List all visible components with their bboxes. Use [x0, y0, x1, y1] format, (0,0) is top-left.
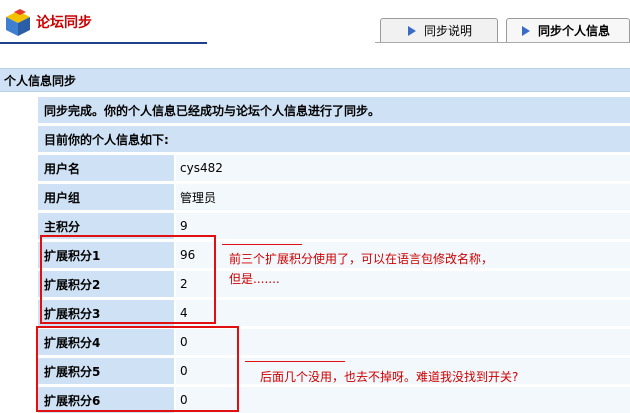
intro-message: 目前你的个人信息如下: — [38, 126, 630, 152]
arrow-right-icon — [522, 25, 530, 36]
annotation-note-unused: 后面几个没用，也去不掉呀。难道我没找到开关? — [260, 370, 519, 384]
field-value: 4 — [176, 300, 630, 326]
table-row: 用户名 cys482 — [38, 155, 630, 181]
section-title: 个人信息同步 — [4, 73, 77, 88]
section-header: 个人信息同步 — [0, 68, 630, 92]
tab-sync-personal-info[interactable]: 同步个人信息 — [506, 18, 630, 42]
annotation-box-unused-credits — [36, 326, 239, 412]
field-label: 用户名 — [38, 155, 174, 181]
cube-logo-icon — [6, 9, 30, 36]
tab-label: 同步说明 — [424, 24, 473, 38]
title-underline — [0, 42, 207, 44]
field-value: 管理员 — [176, 184, 630, 210]
annotation-box-used-credits — [40, 235, 216, 324]
field-value: 0 — [176, 387, 630, 413]
tab-sync-help[interactable]: 同步说明 — [380, 18, 498, 42]
header: 论坛同步 同步说明 同步个人信息 — [0, 0, 630, 46]
tab-label: 同步个人信息 — [538, 24, 611, 38]
arrow-right-icon — [408, 25, 416, 36]
tab-baseline — [375, 42, 630, 43]
app-title: 论坛同步 — [36, 15, 92, 31]
table-row: 用户组 管理员 — [38, 184, 630, 210]
annotation-note-used: 前三个扩展积分使用了，可以在语言包修改名称， 但是....... — [229, 252, 494, 286]
field-value: 0 — [176, 329, 630, 355]
page: 论坛同步 同步说明 同步个人信息 个人信息同步 同步完成。你的个人信息已经成功与… — [0, 0, 630, 413]
annotation-line — [222, 244, 302, 245]
field-value: cys482 — [176, 155, 630, 181]
success-message: 同步完成。你的个人信息已经成功与论坛个人信息进行了同步。 — [38, 97, 630, 123]
annotation-line — [245, 361, 345, 362]
field-value: 9 — [176, 213, 630, 239]
field-label: 用户组 — [38, 184, 174, 210]
